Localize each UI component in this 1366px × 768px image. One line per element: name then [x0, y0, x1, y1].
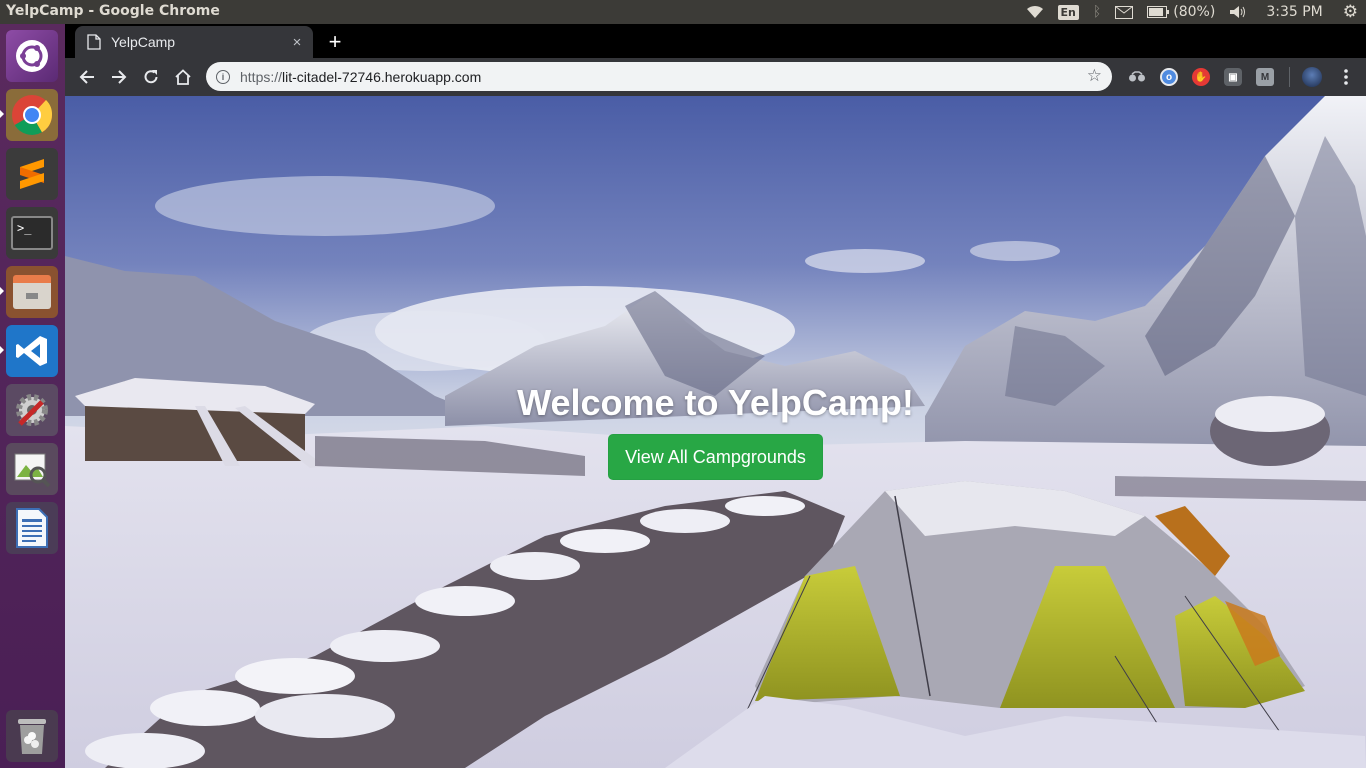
tab-close-button[interactable]: × [287, 34, 307, 51]
image-viewer-icon[interactable] [6, 443, 58, 495]
url-host: lit-citadel-72746.herokuapp.com [282, 68, 482, 85]
system-tray: En ᛒ (80%) 3:35 PM ⚙ [1019, 0, 1366, 24]
battery-icon [1147, 6, 1170, 18]
running-indicator [0, 346, 4, 354]
profile-avatar[interactable] [1302, 67, 1322, 87]
back-button[interactable] [74, 64, 100, 90]
tab-strip: YelpCamp × + [65, 24, 1366, 58]
bookmark-star-icon[interactable]: ☆ [1087, 66, 1102, 86]
battery-percent: (80%) [1173, 4, 1216, 20]
files-icon[interactable] [6, 266, 58, 318]
extension-blue-circle-icon[interactable]: o [1160, 68, 1178, 86]
site-info-icon[interactable]: i [216, 69, 230, 84]
running-indicator [0, 287, 4, 295]
trash-icon[interactable] [6, 710, 58, 762]
tab-yelpcamp[interactable]: YelpCamp × [75, 26, 313, 58]
chrome-icon[interactable] [6, 89, 58, 141]
reload-icon [144, 70, 158, 84]
arrow-left-icon [79, 70, 94, 84]
toolbar-divider [1289, 67, 1290, 87]
home-icon [175, 69, 191, 85]
extension-glasses-icon[interactable] [1128, 68, 1146, 86]
reload-button[interactable] [138, 64, 164, 90]
landing-section: Welcome to YelpCamp! View All Campground… [65, 96, 1366, 768]
wifi-icon[interactable] [1019, 0, 1051, 24]
new-tab-button[interactable]: + [323, 29, 347, 54]
arrow-right-icon [112, 70, 127, 84]
sublime-text-icon[interactable] [6, 148, 58, 200]
browser-toolbar: i https://lit-citadel-72746.herokuapp.co… [65, 58, 1366, 96]
page-heading: Welcome to YelpCamp! [517, 382, 914, 423]
terminal-icon[interactable]: >_ [6, 207, 58, 259]
top-panel: YelpCamp - Google Chrome En ᛒ (80%) 3:35… [0, 0, 1366, 24]
ubuntu-dash-icon[interactable] [6, 30, 58, 82]
battery-indicator[interactable]: (80%) [1140, 0, 1222, 24]
libreoffice-writer-icon[interactable] [6, 502, 58, 554]
page-viewport: Welcome to YelpCamp! View All Campground… [65, 96, 1366, 768]
url-scheme: https:// [240, 68, 283, 85]
clock[interactable]: 3:35 PM [1254, 0, 1334, 24]
url-text[interactable]: https://lit-citadel-72746.herokuapp.com [240, 69, 481, 85]
keyboard-layout-indicator[interactable]: En [1051, 0, 1086, 24]
forward-button[interactable] [106, 64, 132, 90]
gear-icon[interactable]: ⚙ [1335, 0, 1366, 24]
running-indicator [0, 110, 4, 118]
view-all-campgrounds-button[interactable]: View All Campgrounds [608, 434, 823, 480]
window-title: YelpCamp - Google Chrome [6, 3, 220, 19]
volume-icon[interactable] [1222, 0, 1254, 24]
extension-media-icon[interactable]: ▣ [1224, 68, 1242, 86]
browser-chrome: YelpCamp × + i https://lit-citadel-72746… [65, 24, 1366, 96]
address-bar[interactable]: i https://lit-citadel-72746.herokuapp.co… [206, 62, 1112, 91]
chrome-menu-button[interactable] [1333, 64, 1359, 90]
mail-icon[interactable] [1108, 0, 1140, 24]
extension-m-icon[interactable]: M [1256, 68, 1274, 86]
more-vertical-icon [1344, 69, 1348, 85]
page-favicon-icon [87, 34, 101, 50]
launcher: >_ [0, 24, 65, 768]
system-settings-icon[interactable] [6, 384, 58, 436]
vscode-icon[interactable] [6, 325, 58, 377]
bluetooth-icon[interactable]: ᛒ [1086, 0, 1108, 24]
tab-title: YelpCamp [111, 34, 176, 50]
home-button[interactable] [170, 64, 196, 90]
extension-adblock-icon[interactable]: ✋ [1192, 68, 1210, 86]
